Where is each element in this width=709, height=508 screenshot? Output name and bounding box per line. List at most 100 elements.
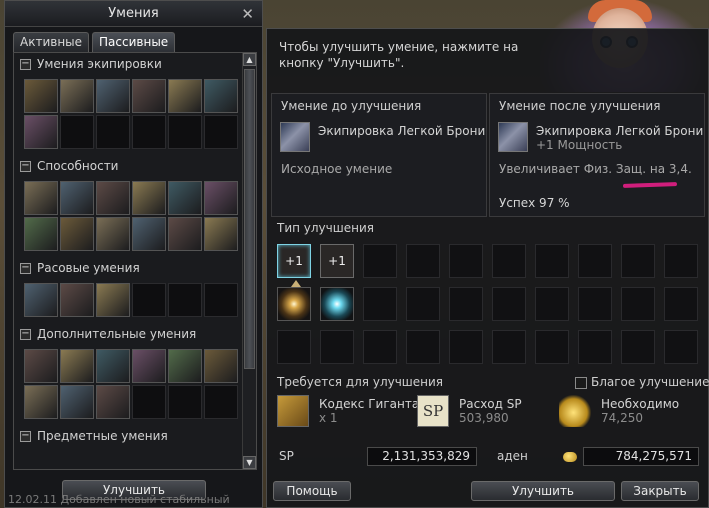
requirement-sp: SP Расход SP 503,980: [417, 395, 557, 429]
skill-icon[interactable]: [168, 349, 202, 383]
currency-row: SP 2,131,353,829 аден 784,275,571: [267, 445, 709, 469]
skill-icon[interactable]: [96, 79, 130, 113]
skill-category-label: Расовые умения: [37, 261, 140, 275]
sp-icon: SP: [417, 395, 449, 427]
scroll-thumb[interactable]: [244, 69, 255, 369]
adena-coin-icon: [563, 452, 577, 462]
after-skill-modifier: +1 Мощность: [536, 138, 623, 152]
collapse-icon[interactable]: −: [20, 58, 31, 70]
upgrade-slot: [578, 244, 612, 278]
arrow-up-icon: [291, 280, 301, 287]
upgrade-slot: [492, 244, 526, 278]
skill-icon[interactable]: [60, 385, 94, 419]
upgrade-slot: [535, 287, 569, 321]
skill-icon[interactable]: [168, 79, 202, 113]
requirements-label: Требуется для улучшения: [277, 375, 444, 389]
skill-icon[interactable]: [132, 349, 166, 383]
skill-icon[interactable]: [24, 283, 58, 317]
before-panel: Умение до улучшения Экипировка Легкой Бр…: [271, 93, 487, 217]
gold-star-icon[interactable]: [277, 287, 311, 321]
skill-icon[interactable]: [24, 79, 58, 113]
before-desc: Исходное умение: [281, 162, 393, 176]
upgrade-slot: [578, 330, 612, 364]
skill-icon[interactable]: [60, 283, 94, 317]
skill-list-scrollbar[interactable]: ▲ ▼: [242, 53, 256, 469]
skill-list-panel: − Умения экипировки − Способности − Расовые у…: [13, 52, 257, 470]
upgrade-slot: [406, 330, 440, 364]
tab-passive[interactable]: Пассивные: [92, 32, 176, 52]
skill-icon[interactable]: [96, 217, 130, 251]
close-icon[interactable]: ✕: [241, 1, 254, 27]
requirement-value: 503,980: [459, 411, 509, 425]
collapse-icon[interactable]: −: [20, 262, 31, 274]
skill-category-header[interactable]: − Расовые умения: [14, 257, 256, 279]
help-button[interactable]: Помощь: [273, 481, 351, 501]
after-panel: Умение после улучшения Экипировка Легкой…: [489, 93, 705, 217]
requirement-name: Необходимо: [601, 397, 680, 411]
collapse-icon[interactable]: −: [20, 160, 31, 172]
requirement-value: 74,250: [601, 411, 643, 425]
empty-skill-slot: [168, 115, 202, 149]
skill-category-header[interactable]: − Дополнительные умения: [14, 323, 256, 345]
upgrade-slot: [406, 244, 440, 278]
collapse-icon[interactable]: −: [20, 328, 31, 340]
skill-icon[interactable]: [132, 217, 166, 251]
skill-category-header[interactable]: − Предметные умения: [14, 425, 256, 447]
skill-category-label: Умения экипировки: [37, 57, 162, 71]
sp-value: 2,131,353,829: [367, 447, 477, 466]
blue-star-icon[interactable]: [320, 287, 354, 321]
skill-icon[interactable]: [24, 385, 58, 419]
requirement-codex: Кодекс Гиганта x 1: [277, 395, 420, 429]
enchant-hint-text: Чтобы улучшить умение, нажмите на кнопку…: [279, 40, 519, 70]
enchant-window: Чтобы улучшить умение, нажмите на кнопку…: [266, 28, 709, 508]
before-title: Умение до улучшения: [281, 99, 422, 113]
blessed-upgrade-label: Благое улучшение: [591, 375, 709, 389]
skill-icon[interactable]: [24, 217, 58, 251]
skill-category-label: Дополнительные умения: [37, 327, 197, 341]
upgrade-slot: [578, 287, 612, 321]
scroll-up-icon[interactable]: ▲: [243, 53, 256, 66]
upgrade-slot: [664, 244, 698, 278]
empty-skill-slot: [204, 385, 238, 419]
tab-active[interactable]: Активные: [13, 32, 90, 52]
upgrade-slot: [277, 330, 311, 364]
improve-button[interactable]: Улучшить: [471, 481, 615, 501]
skill-icon[interactable]: [24, 115, 58, 149]
skill-icon[interactable]: [96, 385, 130, 419]
skill-icon[interactable]: [96, 349, 130, 383]
skill-icon[interactable]: [132, 181, 166, 215]
skills-tabs: Активные Пассивные: [13, 32, 176, 52]
collapse-icon[interactable]: −: [20, 430, 31, 442]
skill-icon[interactable]: [168, 181, 202, 215]
skill-icon[interactable]: [60, 181, 94, 215]
upgrade-slot: [363, 330, 397, 364]
upgrade-type-grid: +1 +1: [277, 244, 698, 364]
skill-icon[interactable]: [24, 181, 58, 215]
skills-window-titlebar[interactable]: Умения ✕: [5, 1, 262, 27]
skill-icon[interactable]: [60, 217, 94, 251]
scroll-down-icon[interactable]: ▼: [243, 456, 256, 469]
skill-category-header[interactable]: − Умения экипировки: [14, 53, 256, 75]
skill-category-header[interactable]: − Способности: [14, 155, 256, 177]
chat-footer-text: 12.02.11 Добавлен новый стабильный: [8, 493, 230, 506]
close-button[interactable]: Закрыть: [621, 481, 699, 501]
skill-icon[interactable]: [204, 217, 238, 251]
skill-slot-grid: [24, 181, 256, 251]
skill-icon[interactable]: [204, 349, 238, 383]
blessed-upgrade-checkbox[interactable]: [575, 377, 587, 389]
skill-icon[interactable]: [132, 79, 166, 113]
skill-icon[interactable]: [60, 349, 94, 383]
skill-icon[interactable]: [96, 181, 130, 215]
empty-skill-slot: [168, 385, 202, 419]
skill-icon[interactable]: [168, 217, 202, 251]
upgrade-slot: [621, 244, 655, 278]
skill-icon[interactable]: [204, 181, 238, 215]
skill-icon[interactable]: [96, 283, 130, 317]
skill-icon[interactable]: [24, 349, 58, 383]
upgrade-option-2[interactable]: +1: [320, 244, 354, 278]
skill-icon[interactable]: [204, 79, 238, 113]
requirement-name: Кодекс Гиганта: [319, 397, 420, 411]
upgrade-option-1[interactable]: +1: [277, 244, 311, 278]
skill-icon[interactable]: [60, 79, 94, 113]
before-skill-name: Экипировка Легкой Брони Ур. 5: [318, 124, 486, 138]
